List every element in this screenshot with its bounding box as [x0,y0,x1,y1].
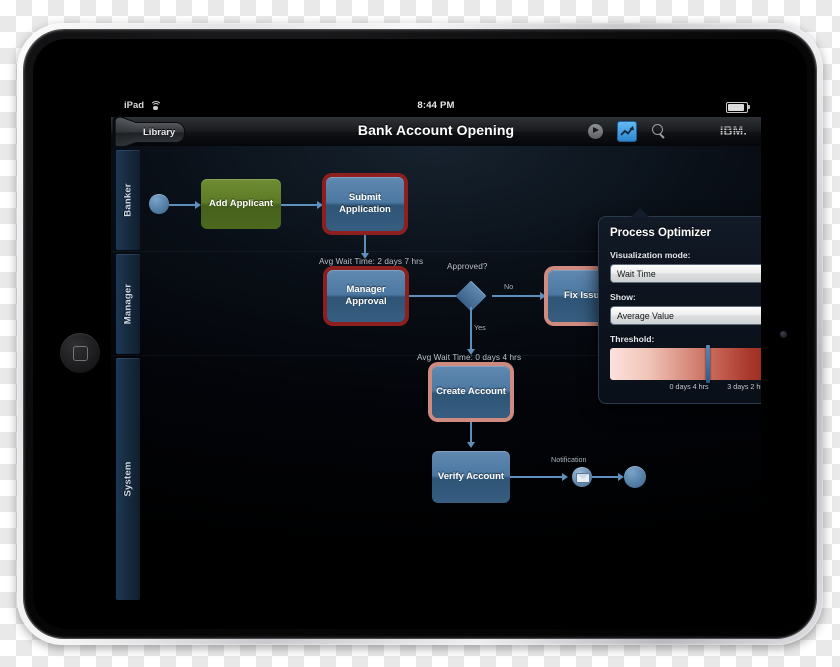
ipad-device: iPad 8:44 PM Library Bank Account Openin… [17,23,823,645]
nav-actions [585,120,669,142]
process-optimizer-popover: Process Optimizer Visualization mode: Wa… [598,208,761,404]
connector-create-verify [470,422,472,444]
node-verify-account[interactable]: Verify Account [432,451,510,503]
gateway-branch-yes: Yes [474,323,486,332]
visualization-mode-label: Visualization mode: [610,250,691,260]
process-optimizer-button[interactable] [617,120,637,142]
nav-bar: Library Bank Account Opening IBM. [111,117,761,147]
ibm-logo: IBM. [720,124,747,139]
lane-system[interactable]: System [116,358,140,600]
lane-banker[interactable]: Banker [116,150,140,250]
event-label-notification: Notification [551,455,587,464]
home-button[interactable] [60,333,100,373]
node-label: Verify Account [437,471,505,483]
connector-add-submit [281,203,319,206]
envelope-icon [576,473,590,483]
connector-gateway-no [492,295,542,297]
show-select[interactable]: Average Value [610,306,761,325]
threshold-handle-low[interactable] [706,345,711,383]
threshold-slider[interactable]: 0 days 4 hrs 3 days 2 hrs [610,345,761,391]
popover-title: Process Optimizer [610,227,711,239]
notification-event-node[interactable] [572,467,592,487]
process-canvas[interactable]: Banker Manager System Add Applicant Subm… [111,146,761,604]
arrowhead [540,292,546,300]
status-bar: iPad 8:44 PM [111,96,761,117]
node-label: Manager Approval [345,284,387,307]
annotation-wait-create: Avg Wait Time: 0 days 4 hrs [417,353,522,362]
chart-icon [617,120,637,142]
home-button-square-icon [73,346,88,361]
start-event-node[interactable] [149,194,169,214]
ipad-glass: iPad 8:44 PM Library Bank Account Openin… [33,39,807,629]
visualization-mode-select[interactable]: Wait Time [610,264,761,283]
ipad-screen: iPad 8:44 PM Library Bank Account Openin… [111,96,761,604]
node-label: Create Account [436,386,506,398]
lane-label-system: System [122,461,134,497]
play-icon [587,123,603,139]
popover-arrow [631,208,649,217]
show-value: Average Value [617,310,674,321]
lane-label-banker: Banker [122,183,134,217]
node-manager-approval[interactable]: Manager Approval [327,270,405,322]
connector-start-add [169,203,197,206]
threshold-low-label: 0 days 4 hrs [669,382,709,391]
end-event-node[interactable] [624,466,646,488]
node-add-applicant[interactable]: Add Applicant [201,179,281,229]
search-icon [652,124,666,138]
battery-icon [726,101,750,113]
threshold-gradient [610,348,761,380]
connector-verify-notification [510,476,564,478]
node-create-account[interactable]: Create Account [432,366,510,418]
threshold-high-label: 3 days 2 hrs [727,382,761,391]
lane-manager[interactable]: Manager [116,254,140,354]
node-label: Submit Application [339,192,391,215]
connector-gateway-yes [470,307,472,351]
status-time: 8:44 PM [417,100,455,111]
annotation-wait-submit: Avg Wait Time: 2 days 7 hrs [319,257,424,266]
connector-submit-manager [364,235,366,255]
show-label: Show: [610,292,636,302]
arrowhead [562,473,568,481]
connector-notification-end [592,476,620,478]
arrowhead [317,200,323,209]
connector-manager-gateway [409,295,461,297]
gateway-branch-no: No [504,282,514,291]
visualization-mode-value: Wait Time [617,268,656,279]
front-camera [780,331,787,338]
threshold-label: Threshold: [610,334,655,344]
lane-label-manager: Manager [122,283,134,325]
arrowhead [467,442,475,448]
play-button[interactable] [585,121,605,141]
ibm-logo-text: IBM. [719,124,747,138]
ipad-bezel: iPad 8:44 PM Library Bank Account Openin… [24,30,816,638]
gateway-label-approved: Approved? [447,262,488,271]
search-button[interactable] [649,121,669,141]
node-submit-application[interactable]: Submit Application [326,177,404,231]
node-label: Add Applicant [208,198,274,210]
